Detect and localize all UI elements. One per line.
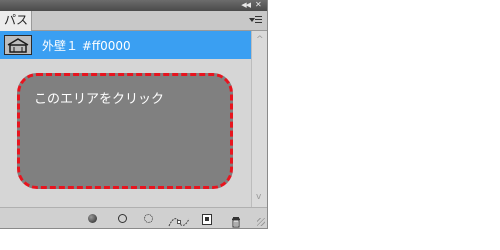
panel-tab-row: パス (0, 11, 267, 31)
paths-panel: ◀◀ ✕ パス 外壁１ #ff0000 このエリアをクリック ^ v (0, 0, 268, 229)
click-area-label: このエリアをクリック (34, 92, 165, 107)
panel-menu-icon[interactable] (249, 15, 263, 26)
path-name: 外壁１ #ff0000 (42, 39, 131, 53)
make-work-path-icon[interactable] (168, 213, 190, 227)
stroke-path-icon[interactable] (117, 213, 129, 225)
house-outline-icon (4, 35, 32, 55)
panel-bottom-toolbar (0, 207, 267, 228)
panel-titlebar: ◀◀ ✕ (0, 0, 267, 11)
click-area[interactable]: このエリアをクリック (17, 73, 233, 189)
resize-grip-icon[interactable] (257, 218, 265, 226)
double-left-arrow-icon[interactable]: ◀◀ (241, 1, 251, 10)
fill-path-icon[interactable] (87, 213, 99, 225)
scroll-down-icon[interactable]: v (256, 193, 261, 202)
scroll-up-icon[interactable]: ^ (256, 36, 264, 45)
delete-path-icon[interactable] (230, 213, 242, 228)
vertical-scrollbar[interactable]: ^ v (251, 31, 267, 207)
load-selection-icon[interactable] (143, 213, 155, 225)
paths-list: 外壁１ #ff0000 このエリアをクリック (0, 31, 251, 207)
path-row-selected[interactable]: 外壁１ #ff0000 (0, 31, 251, 59)
new-path-icon[interactable] (201, 213, 213, 225)
tab-paths[interactable]: パス (0, 11, 32, 31)
close-icon[interactable]: ✕ (255, 1, 263, 9)
